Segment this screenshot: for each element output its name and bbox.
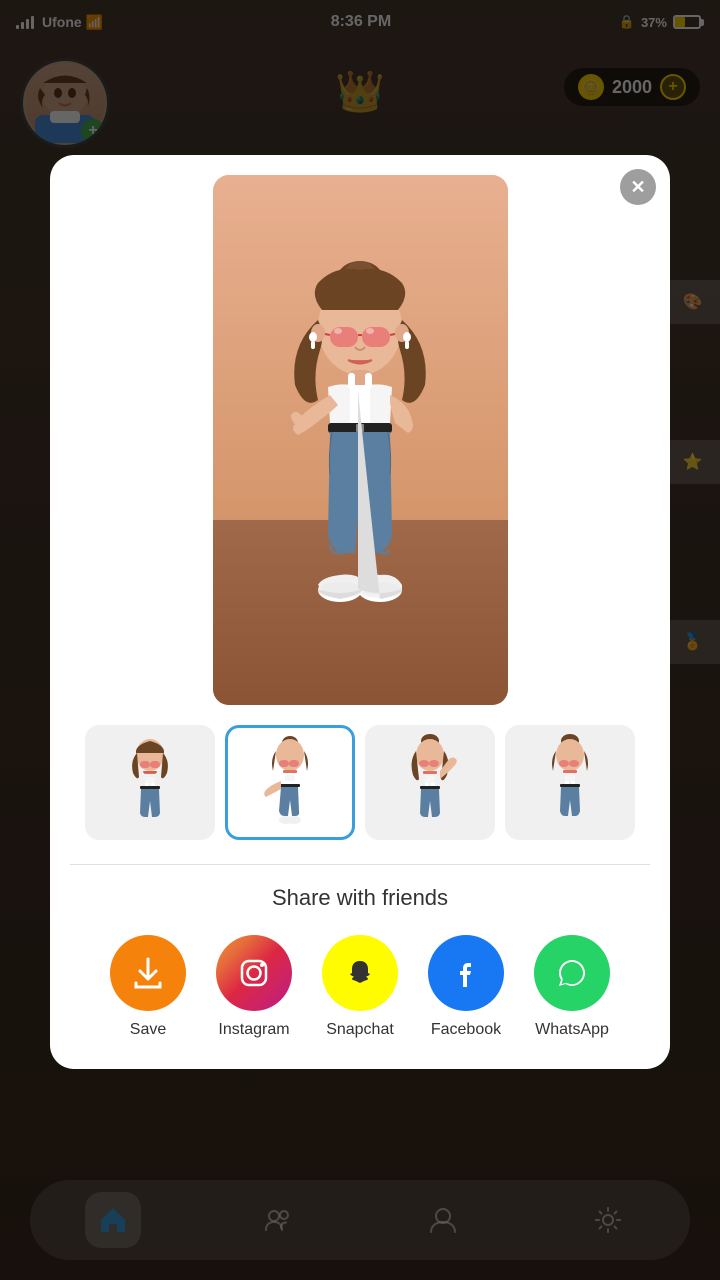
instagram-icon xyxy=(216,935,292,1011)
thumbnail-2[interactable] xyxy=(225,725,355,840)
thumbnail-1[interactable] xyxy=(85,725,215,840)
facebook-app[interactable]: Facebook xyxy=(428,935,504,1039)
snapchat-app[interactable]: Snapchat xyxy=(322,935,398,1039)
share-apps-row: Save Instagram Snapchat xyxy=(70,935,650,1039)
avatar-preview xyxy=(213,175,508,705)
close-icon: ✕ xyxy=(630,177,645,198)
save-label: Save xyxy=(130,1021,166,1039)
snapchat-label: Snapchat xyxy=(326,1021,394,1039)
instagram-app[interactable]: Instagram xyxy=(216,935,292,1039)
thumbnail-3[interactable] xyxy=(365,725,495,840)
section-divider xyxy=(70,864,650,865)
share-modal: ✕ xyxy=(50,155,670,1069)
whatsapp-icon xyxy=(534,935,610,1011)
whatsapp-label: WhatsApp xyxy=(535,1021,609,1039)
save-icon xyxy=(110,935,186,1011)
whatsapp-app[interactable]: WhatsApp xyxy=(534,935,610,1039)
share-title: Share with friends xyxy=(70,885,650,911)
avatar-thumbnails xyxy=(70,725,650,840)
facebook-icon xyxy=(428,935,504,1011)
close-button[interactable]: ✕ xyxy=(620,169,656,205)
snapchat-icon xyxy=(322,935,398,1011)
facebook-label: Facebook xyxy=(431,1021,501,1039)
save-app[interactable]: Save xyxy=(110,935,186,1039)
thumbnail-4[interactable] xyxy=(505,725,635,840)
instagram-label: Instagram xyxy=(218,1021,289,1039)
avatar-figure xyxy=(250,255,470,675)
